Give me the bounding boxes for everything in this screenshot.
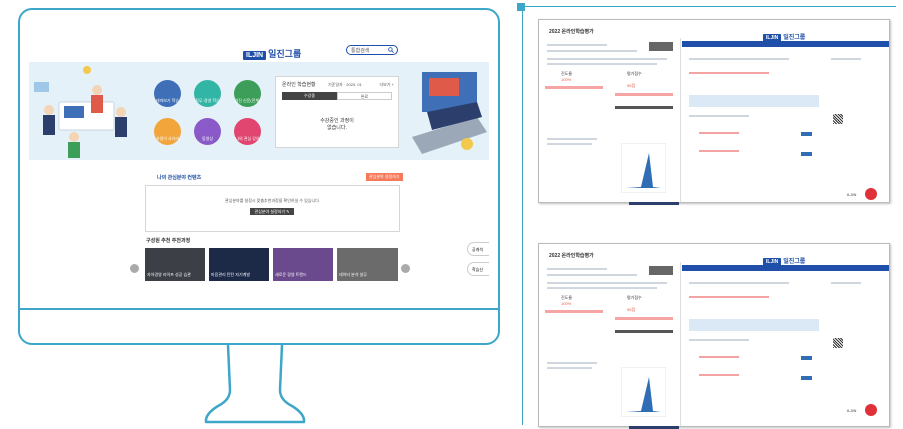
set-interest-badge[interactable]: 관심분야 설정하기 bbox=[366, 173, 403, 181]
screenshot-document-top: 2022 온라인학습평가 ILJIN 일진그룹 진도율 100% 평가점수 95점… bbox=[538, 19, 890, 205]
set-interest-button[interactable]: 관심분야 설정하기 ✎ bbox=[250, 208, 294, 215]
interest-section-title: 나의 관심분야 컨텐츠 bbox=[157, 175, 202, 181]
qr-code bbox=[833, 338, 843, 348]
menu-label: 테마보기 학습 bbox=[155, 98, 180, 103]
doc-action-button bbox=[801, 132, 812, 136]
menu-my-interest[interactable]: 나의 관심 강의 bbox=[234, 118, 261, 145]
progress-bar bbox=[545, 86, 603, 89]
empty-message-line2: 없습니다. bbox=[327, 125, 347, 131]
course-caption: 새로운 경영 트렌드 bbox=[275, 272, 307, 277]
menu-video[interactable]: 동영상 bbox=[194, 118, 221, 145]
doc-footer-text: ILJIN bbox=[847, 192, 857, 197]
menu-label: 과정이 사다리 bbox=[155, 136, 180, 141]
monitor-chin-divider bbox=[20, 308, 498, 310]
status-title: 온라인 학습현황 bbox=[282, 82, 316, 88]
menu-label: 나의 관심 강의 bbox=[235, 136, 260, 141]
empty-message-line1: 수강중인 과정이 bbox=[320, 118, 354, 124]
side-floating-button-2[interactable]: 학습신 bbox=[467, 262, 489, 276]
monitor-stand bbox=[204, 344, 306, 424]
interest-panel: 관심분야를 설정시 맞춤추천과정을 확인하실 수 있습니다. 관심분야 설정하기… bbox=[145, 185, 400, 232]
doc-action-button bbox=[801, 376, 812, 380]
status-more-link[interactable]: 더보기 + bbox=[380, 82, 395, 88]
doc-info-box bbox=[689, 319, 819, 331]
team-meeting-illustration bbox=[34, 66, 127, 158]
doc-button bbox=[649, 42, 673, 51]
tab-completed[interactable]: 완료 bbox=[337, 92, 392, 100]
doc-button bbox=[649, 266, 673, 275]
top-rule-line bbox=[520, 6, 896, 7]
laptop-illustration bbox=[412, 72, 487, 154]
doc-footer-text: ILJIN bbox=[847, 408, 857, 413]
menu-label: 직무·경영 학습 bbox=[195, 98, 220, 103]
result-label: 평가점수 bbox=[627, 71, 642, 76]
progress-bar bbox=[615, 93, 673, 96]
recommend-carousel: 자아경영 라이프 성공 습관 마음관리 탄탄 자기계발 새로운 경영 트렌드 데… bbox=[145, 248, 398, 282]
score-chart-thumbnail bbox=[621, 143, 666, 193]
left-rule-line bbox=[522, 7, 523, 425]
monitor-screen: ILJIN 일진그룹 통합검색 테마보기 학습 직무·경영 학습 일진 신문(전체… bbox=[29, 20, 489, 300]
search-input[interactable]: 통합검색 bbox=[346, 45, 398, 55]
doc-left-column: 진도율 100% 평가점수 95점 bbox=[539, 262, 681, 429]
menu-theme-study[interactable]: 테마보기 학습 bbox=[154, 80, 181, 107]
menu-label: 동영상 bbox=[201, 136, 214, 141]
recommend-title: 구성원 추천 주천과정 bbox=[146, 238, 191, 244]
logo-text: 일진그룹 bbox=[268, 49, 302, 59]
menu-iljin-news[interactable]: 일진 신문(전체) bbox=[234, 80, 261, 107]
qr-code bbox=[833, 114, 843, 124]
hero-banner: 테마보기 학습 직무·경영 학습 일진 신문(전체) 과정이 사다리 동영상 나… bbox=[29, 62, 489, 160]
course-caption: 자아경영 라이프 성공 습관 bbox=[147, 272, 191, 277]
menu-course-ladder[interactable]: 과정이 사다리 bbox=[154, 118, 181, 145]
status-subtitle: 기준일자 · 2020. 01 bbox=[328, 82, 362, 87]
screenshot-document-bottom: 2022 온라인학습평가 ILJIN 일진그룹 진도율 100% 평가점수 95점… bbox=[538, 243, 890, 429]
menu-label: 일진 신문(전체) bbox=[234, 98, 261, 103]
brand-logo[interactable]: ILJIN 일진그룹 bbox=[243, 44, 301, 62]
learning-status-panel: 온라인 학습현황 기준일자 · 2020. 01 더보기 + 수강중 완료 수강… bbox=[275, 76, 399, 148]
doc-title: 2022 온라인학습평가 bbox=[549, 29, 594, 35]
side-floating-button-1[interactable]: 공개석 bbox=[467, 242, 489, 256]
search-icon[interactable] bbox=[388, 47, 394, 53]
tab-in-progress[interactable]: 수강중 bbox=[282, 92, 337, 100]
search-placeholder: 통합검색 bbox=[351, 48, 370, 54]
result-value: 95점 bbox=[627, 307, 636, 312]
progress-bar bbox=[545, 310, 603, 313]
course-thumb[interactable]: 데이터 분석 실무 bbox=[337, 248, 398, 281]
doc-title: 2022 온라인학습평가 bbox=[549, 253, 594, 259]
carousel-next-button[interactable] bbox=[401, 264, 410, 273]
course-caption: 마음관리 탄탄 자기계발 bbox=[211, 272, 251, 277]
doc-action-button bbox=[801, 356, 812, 360]
carousel-prev-button[interactable] bbox=[130, 264, 139, 273]
menu-job-study[interactable]: 직무·경영 학습 bbox=[194, 80, 221, 107]
course-caption: 데이터 분석 실무 bbox=[339, 272, 367, 277]
doc-footer-logo bbox=[865, 404, 877, 416]
score-value: 100% bbox=[561, 301, 572, 306]
result-label: 평가점수 bbox=[627, 295, 642, 300]
interest-message: 관심분야를 설정시 맞춤추천과정을 확인하실 수 있습니다. bbox=[225, 198, 320, 203]
section-marker-square bbox=[517, 3, 525, 11]
score-value: 100% bbox=[561, 77, 572, 82]
score-chart-thumbnail bbox=[621, 367, 666, 417]
doc-nav-bar bbox=[682, 265, 889, 271]
course-thumb[interactable]: 마음관리 탄탄 자기계발 bbox=[209, 248, 269, 281]
logo-mark: ILJIN bbox=[243, 51, 267, 60]
result-value: 95점 bbox=[627, 83, 636, 88]
course-thumb[interactable]: 새로운 경영 트렌드 bbox=[273, 248, 333, 281]
doc-footer-logo bbox=[865, 188, 877, 200]
doc-info-box bbox=[689, 95, 819, 107]
doc-nav-bar bbox=[682, 41, 889, 47]
progress-bar bbox=[615, 317, 673, 320]
doc-action-button bbox=[801, 152, 812, 156]
course-thumb[interactable]: 자아경영 라이프 성공 습관 bbox=[145, 248, 205, 281]
doc-left-column: 진도율 100% 평가점수 95점 bbox=[539, 38, 681, 205]
